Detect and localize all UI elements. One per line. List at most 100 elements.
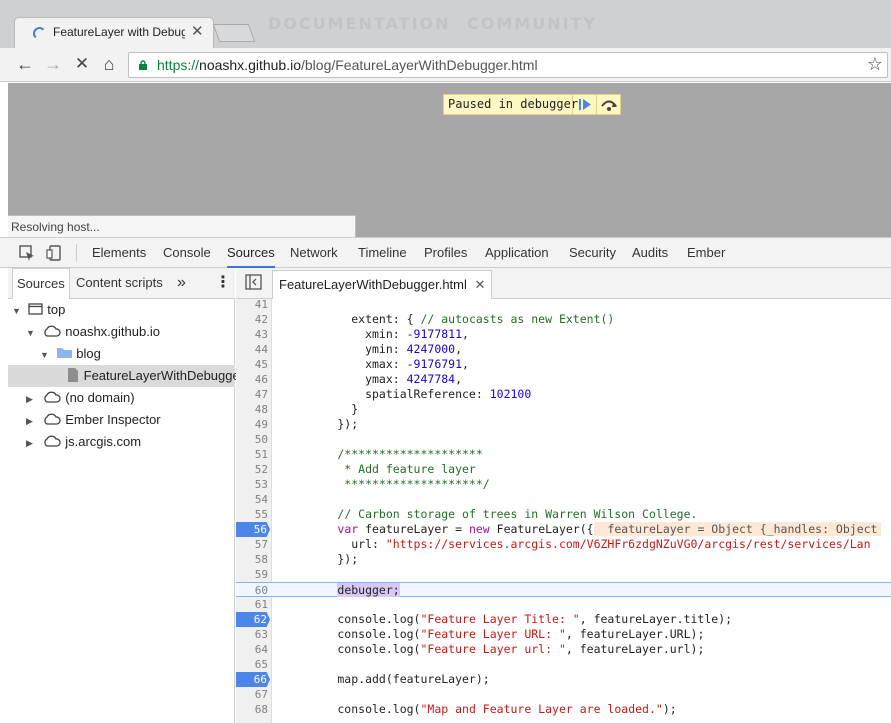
- inspect-element-icon[interactable]: [18, 244, 36, 262]
- line-number[interactable]: 48: [236, 402, 268, 417]
- line-number[interactable]: 44: [236, 342, 268, 357]
- navigator-tab-sources[interactable]: Sources: [12, 268, 70, 299]
- code-line-current[interactable]: 60 debugger;: [236, 582, 891, 597]
- code-line[interactable]: 66 map.add(featureLayer);: [236, 672, 891, 687]
- code-line[interactable]: 52 * Add feature layer: [236, 462, 891, 477]
- line-number[interactable]: 63: [236, 627, 268, 642]
- line-number[interactable]: 51: [236, 447, 268, 462]
- line-number[interactable]: 59: [236, 567, 268, 582]
- line-number[interactable]: 46: [236, 372, 268, 387]
- code-line[interactable]: 67: [236, 687, 891, 702]
- code-text: * Add feature layer: [282, 462, 476, 476]
- bookmark-star-icon[interactable]: ☆: [867, 54, 883, 75]
- code-line[interactable]: 49 });: [236, 417, 891, 432]
- code-line[interactable]: 46 ymax: 4247784,: [236, 372, 891, 387]
- code-line[interactable]: 58 });: [236, 552, 891, 567]
- ghost-text: COMMUNITY: [467, 14, 598, 33]
- resume-button[interactable]: [572, 95, 596, 114]
- tab-console[interactable]: Console: [163, 238, 211, 268]
- code-line[interactable]: 57 url: "https://services.arcgis.com/V6Z…: [236, 537, 891, 552]
- stop-loading-icon[interactable]: ✕: [71, 53, 93, 75]
- tab-sources[interactable]: Sources: [227, 238, 275, 268]
- line-number[interactable]: 58: [236, 552, 268, 567]
- code-line[interactable]: 50: [236, 432, 891, 447]
- browser-tab[interactable]: FeatureLayer with Debugger ✕: [14, 17, 214, 48]
- kebab-menu-icon[interactable]: ⋮: [215, 268, 231, 298]
- cloud-icon: [43, 413, 61, 425]
- code-line[interactable]: 61: [236, 597, 891, 612]
- line-number[interactable]: 50: [236, 432, 268, 447]
- breakpoint-marker[interactable]: 66: [236, 672, 270, 687]
- toggle-navigator-icon[interactable]: [245, 274, 262, 293]
- code-line[interactable]: 42 extent: { // autocasts as new Extent(…: [236, 312, 891, 327]
- line-number[interactable]: 65: [236, 657, 268, 672]
- tab-timeline[interactable]: Timeline: [358, 238, 407, 268]
- line-number[interactable]: 60: [236, 583, 268, 598]
- address-bar[interactable]: https://noashx.github.io/blog/FeatureLay…: [128, 52, 888, 78]
- code-line[interactable]: 59: [236, 567, 891, 582]
- code-line[interactable]: 44 ymin: 4247000,: [236, 342, 891, 357]
- line-number[interactable]: 57: [236, 537, 268, 552]
- more-tabs-chevron-icon[interactable]: »: [177, 268, 186, 298]
- tab-network[interactable]: Network: [290, 238, 338, 268]
- back-arrow-icon[interactable]: ←: [14, 53, 36, 75]
- home-icon[interactable]: ⌂: [98, 53, 120, 75]
- code-line[interactable]: 64 console.log("Feature Layer url: ", fe…: [236, 642, 891, 657]
- tree-node-top[interactable]: ▼ top: [12, 299, 65, 321]
- tab-audits[interactable]: Audits: [632, 238, 668, 268]
- tree-node-folder[interactable]: ▼ blog: [40, 343, 101, 365]
- line-number[interactable]: 42: [236, 312, 268, 327]
- tree-node-arcgis[interactable]: ▶ js.arcgis.com: [26, 431, 141, 453]
- line-number[interactable]: 53: [236, 477, 268, 492]
- code-line[interactable]: 56 var featureLayer = new FeatureLayer({…: [236, 522, 891, 537]
- line-number[interactable]: 52: [236, 462, 268, 477]
- line-number[interactable]: 43: [236, 327, 268, 342]
- tab-security[interactable]: Security: [569, 238, 616, 268]
- line-number[interactable]: 47: [236, 387, 268, 402]
- tab-ember[interactable]: Ember: [687, 238, 725, 268]
- breakpoint-marker[interactable]: 56: [236, 522, 270, 537]
- code-line[interactable]: 51 /********************: [236, 447, 891, 462]
- page-viewport: Paused in debugger Resolving host...: [8, 83, 891, 237]
- device-toolbar-icon[interactable]: [46, 244, 64, 262]
- code-editor[interactable]: 41 42 extent: { // autocasts as new Exten…: [236, 299, 891, 723]
- frame-icon: [27, 303, 43, 315]
- close-file-tab-icon[interactable]: ✕: [475, 277, 486, 292]
- line-number[interactable]: 41: [236, 299, 268, 312]
- tree-node-no-domain[interactable]: ▶ (no domain): [26, 387, 135, 409]
- tab-application[interactable]: Application: [485, 238, 549, 268]
- line-number[interactable]: 49: [236, 417, 268, 432]
- tree-node-file[interactable]: FeatureLayerWithDebugger.html: [8, 365, 272, 387]
- code-line[interactable]: 43 xmin: -9177811,: [236, 327, 891, 342]
- code-line[interactable]: 54: [236, 492, 891, 507]
- line-number[interactable]: 45: [236, 357, 268, 372]
- code-line[interactable]: 45 xmax: -9176791,: [236, 357, 891, 372]
- forward-arrow-icon[interactable]: →: [42, 53, 64, 75]
- code-line[interactable]: 41: [236, 299, 891, 312]
- tab-elements[interactable]: Elements: [92, 238, 146, 268]
- step-over-button[interactable]: [596, 95, 620, 114]
- line-number[interactable]: 55: [236, 507, 268, 522]
- new-tab-button[interactable]: [212, 24, 256, 42]
- close-tab-icon[interactable]: ✕: [191, 22, 204, 40]
- line-number[interactable]: 68: [236, 702, 268, 717]
- code-line[interactable]: 63 console.log("Feature Layer URL: ", fe…: [236, 627, 891, 642]
- tree-node-ember-inspector[interactable]: ▶ Ember Inspector: [26, 409, 161, 431]
- line-number[interactable]: 61: [236, 597, 268, 612]
- line-number[interactable]: 64: [236, 642, 268, 657]
- code-text: // Carbon storage of trees in Warren Wil…: [337, 507, 698, 521]
- line-number[interactable]: 54: [236, 492, 268, 507]
- tab-profiles[interactable]: Profiles: [424, 238, 467, 268]
- breakpoint-marker[interactable]: 62: [236, 612, 270, 627]
- line-number[interactable]: 67: [236, 687, 268, 702]
- code-line[interactable]: 53 ********************/: [236, 477, 891, 492]
- tree-node-domain[interactable]: ▼ noashx.github.io: [26, 321, 160, 343]
- code-line[interactable]: 62 console.log("Feature Layer Title: ", …: [236, 612, 891, 627]
- code-line[interactable]: 47 spatialReference: 102100: [236, 387, 891, 402]
- code-line[interactable]: 68 console.log("Map and Feature Layer ar…: [236, 702, 891, 717]
- code-line[interactable]: 65: [236, 657, 891, 672]
- code-line[interactable]: 55 // Carbon storage of trees in Warren …: [236, 507, 891, 522]
- code-line[interactable]: 48 }: [236, 402, 891, 417]
- navigator-tab-content-scripts[interactable]: Content scripts: [76, 268, 163, 298]
- editor-file-tab[interactable]: FeatureLayerWithDebugger.html ✕: [272, 270, 493, 299]
